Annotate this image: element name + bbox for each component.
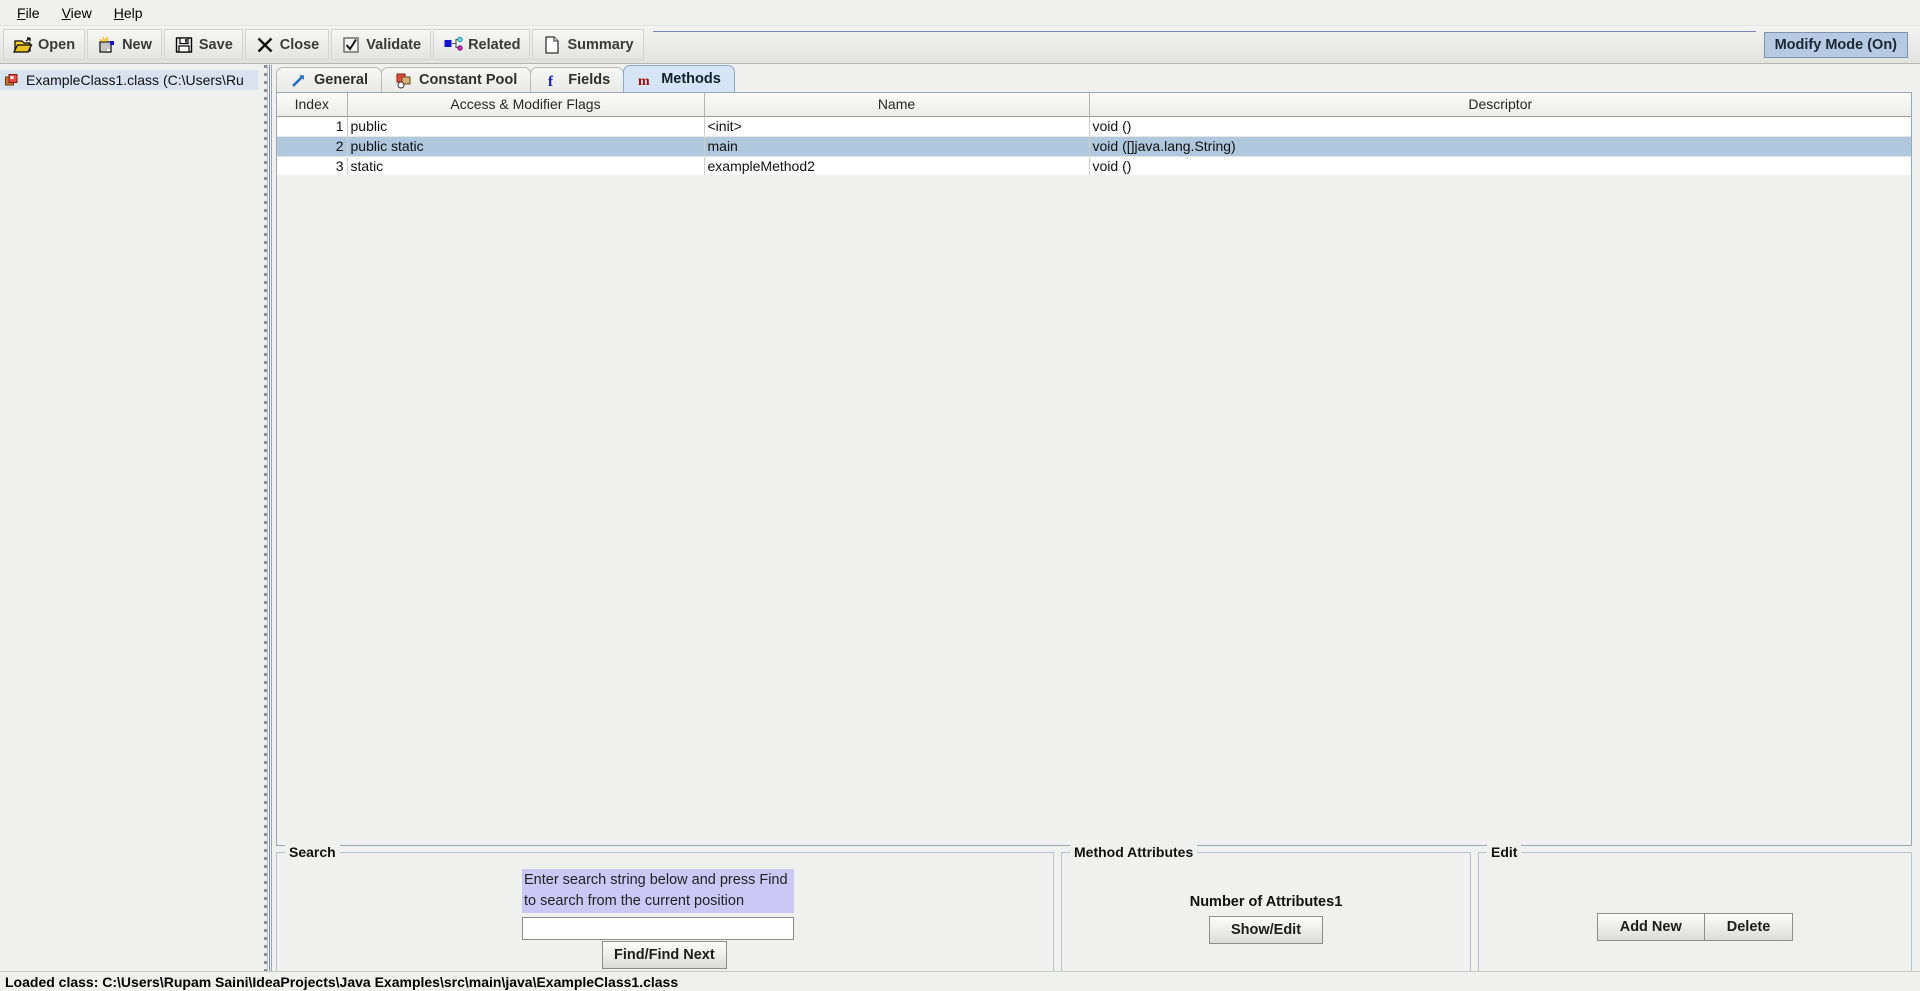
save-button-label: Save [198, 36, 233, 53]
constant-pool-icon [395, 72, 412, 89]
tab-methods[interactable]: m Methods [623, 65, 735, 92]
search-group-legend: Search [285, 844, 340, 860]
svg-text:f: f [548, 74, 554, 89]
validate-button-label: Validate [366, 36, 422, 53]
summary-button-label: Summary [567, 36, 634, 53]
main-content: General Constant Pool f Fields m Methods… [272, 65, 1920, 980]
save-button[interactable]: Save [163, 29, 243, 60]
tab-constant-pool[interactable]: Constant Pool [381, 67, 532, 92]
attribute-count-value: 1 [1334, 894, 1343, 910]
search-hint-line2: to search from the current position [524, 893, 745, 909]
search-hint-line1: Enter search string below and press Find [524, 872, 788, 888]
method-attributes-content: Number of Attributes1 Show/Edit [1062, 894, 1470, 944]
tab-constant-pool-label: Constant Pool [419, 72, 518, 88]
status-bar: Loaded class: C:\Users\Rupam Saini\IdeaP… [0, 971, 1920, 991]
bottom-panels: Search Enter search string below and pre… [276, 844, 1912, 974]
arrow-up-right-icon [290, 72, 307, 89]
table-row[interactable]: 2 public static main void ([]java.lang.S… [277, 136, 1911, 157]
cell-name: exampleMethod2 [704, 156, 1090, 177]
main-split-pane: ExampleClass1.class (C:\Users\Ru General [0, 65, 1920, 980]
table-header-row: Index Access & Modifier Flags Name Descr… [277, 93, 1911, 117]
class-tree-sidebar: ExampleClass1.class (C:\Users\Ru [0, 65, 262, 980]
edit-group-legend: Edit [1487, 844, 1522, 860]
find-find-next-button[interactable]: Find/Find Next [602, 941, 727, 969]
validate-button[interactable]: Validate [331, 29, 432, 60]
cell-flags: public static [347, 136, 705, 157]
modify-mode-button[interactable]: Modify Mode (On) [1763, 31, 1908, 58]
table-empty-area [277, 175, 1911, 845]
col-header-name[interactable]: Name [704, 93, 1090, 117]
cell-name: <init> [704, 116, 1090, 137]
tab-methods-label: Methods [661, 71, 721, 87]
tree-item-exampleclass1[interactable]: ExampleClass1.class (C:\Users\Ru [0, 70, 258, 90]
svg-text:m: m [638, 74, 650, 88]
close-button-label: Close [279, 36, 320, 53]
close-button[interactable]: Close [244, 29, 330, 60]
methods-table: Index Access & Modifier Flags Name Descr… [277, 93, 1911, 177]
search-controls: Enter search string below and press Find… [522, 869, 794, 940]
tab-bar: General Constant Pool f Fields m Methods [272, 65, 1912, 92]
cell-flags: public [347, 116, 705, 137]
methods-table-panel: Index Access & Modifier Flags Name Descr… [276, 92, 1912, 846]
cell-descriptor: void () [1089, 156, 1911, 177]
search-input[interactable] [522, 917, 794, 940]
toolbar: Open New Save Close Validate Related Sum… [0, 26, 1920, 64]
new-button[interactable]: New [87, 29, 162, 60]
search-group: Search Enter search string below and pre… [276, 844, 1054, 974]
checkbox-icon [341, 35, 361, 55]
status-bar-text: Loaded class: C:\Users\Rupam Saini\IdeaP… [5, 973, 679, 990]
related-nodes-icon [443, 35, 463, 55]
open-folder-icon [13, 35, 33, 55]
edit-group: Edit Add New Delete [1478, 844, 1912, 974]
show-edit-button[interactable]: Show/Edit [1209, 916, 1323, 944]
search-hint-text: Enter search string below and press Find… [522, 869, 794, 913]
related-button-label: Related [468, 36, 521, 53]
split-line-dark [269, 65, 270, 980]
method-attributes-legend: Method Attributes [1070, 844, 1198, 860]
tree-item-label: ExampleClass1.class (C:\Users\Ru [26, 72, 244, 88]
cell-name: main [704, 136, 1090, 157]
methods-m-icon: m [637, 71, 654, 89]
menu-help[interactable]: Help [103, 3, 154, 23]
summary-button[interactable]: Summary [532, 29, 644, 60]
cell-index: 3 [277, 156, 348, 177]
floppy-disk-icon [174, 35, 194, 55]
tab-general[interactable]: General [276, 67, 382, 92]
tab-fields-label: Fields [568, 72, 611, 88]
split-pane-divider[interactable] [262, 65, 272, 980]
attribute-count-label: Number of Attributes [1189, 894, 1335, 910]
col-header-flags[interactable]: Access & Modifier Flags [347, 93, 705, 117]
col-header-descriptor[interactable]: Descriptor [1089, 93, 1911, 117]
split-line-light [267, 65, 268, 980]
menu-bar: File View Help [0, 0, 1920, 26]
menu-file[interactable]: File [6, 3, 51, 23]
open-button-label: Open [38, 36, 76, 53]
cell-descriptor: void () [1089, 116, 1911, 137]
attribute-count-line: Number of Attributes1 [1062, 894, 1470, 910]
edit-buttons: Add New Delete [1479, 913, 1911, 941]
col-header-index[interactable]: Index [277, 93, 348, 117]
cell-flags: static [347, 156, 705, 177]
table-row[interactable]: 1 public <init> void () [277, 116, 1911, 137]
document-icon [542, 35, 562, 55]
table-row[interactable]: 3 static exampleMethod2 void () [277, 156, 1911, 177]
toolbar-separator [652, 31, 1756, 32]
tab-general-label: General [314, 72, 368, 88]
new-file-icon [97, 35, 117, 55]
close-x-icon [255, 35, 275, 55]
delete-button[interactable]: Delete [1703, 913, 1794, 941]
cell-descriptor: void ([]java.lang.String) [1089, 136, 1911, 157]
tab-fields[interactable]: f Fields [530, 67, 625, 92]
cell-index: 2 [277, 136, 348, 157]
cell-index: 1 [277, 116, 348, 137]
fields-f-icon: f [544, 72, 561, 90]
method-attributes-group: Method Attributes Number of Attributes1 … [1061, 844, 1471, 974]
open-button[interactable]: Open [3, 29, 86, 60]
menu-view[interactable]: View [51, 3, 103, 23]
add-new-button[interactable]: Add New [1596, 913, 1705, 941]
java-class-icon [4, 72, 20, 88]
related-button[interactable]: Related [433, 29, 531, 60]
new-button-label: New [122, 36, 152, 53]
